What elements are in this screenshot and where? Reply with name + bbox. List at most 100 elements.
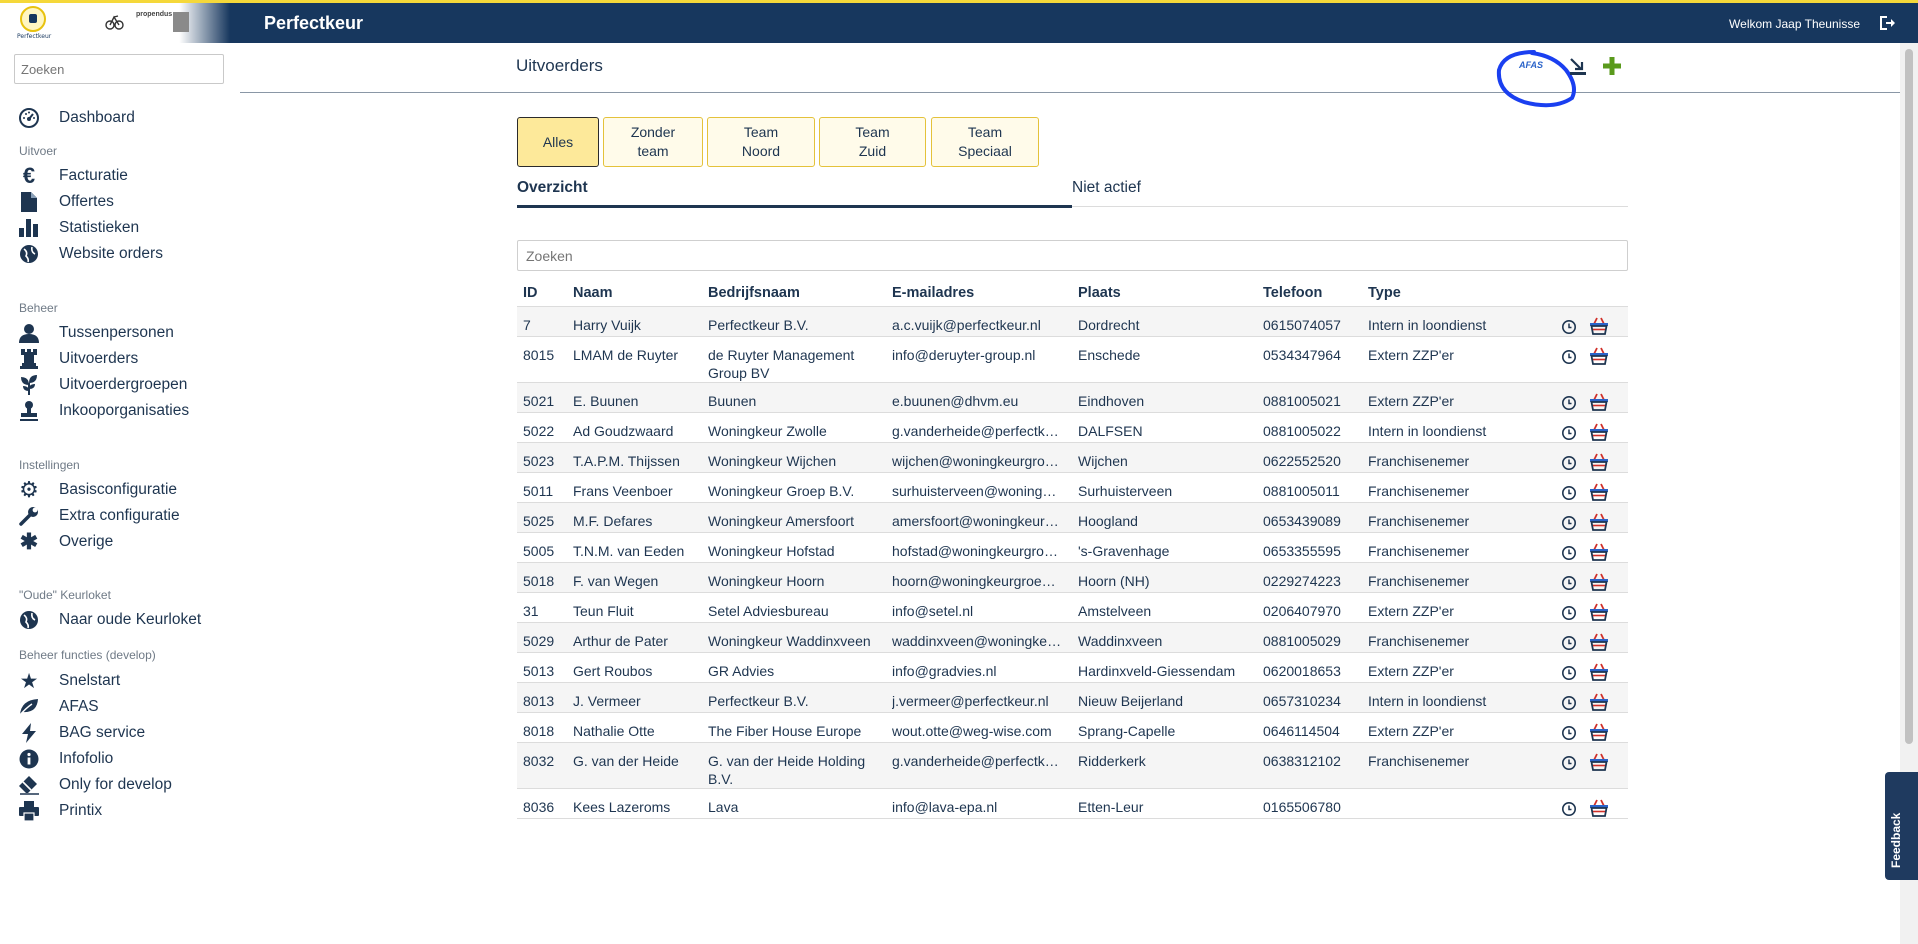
table-row[interactable]: 8036 Kees Lazeroms Lava info@lava-epa.nl Ett… [517, 789, 1628, 819]
table-search-input[interactable] [517, 240, 1628, 271]
history-clock-icon[interactable] [1561, 455, 1577, 471]
table-row[interactable]: 8015 LMAM de Ruyter de Ruyter Management G… [517, 337, 1628, 383]
history-clock-icon[interactable] [1561, 695, 1577, 711]
table-row[interactable]: 5022 Ad Goudzwaard Woningkeur Zwolle g.vand… [517, 413, 1628, 443]
sidebar-item-only-for-develop[interactable]: Only for develop [18, 773, 172, 797]
filter-team-noord[interactable]: Team Noord [707, 117, 815, 167]
column-header-naam[interactable]: Naam [573, 285, 701, 301]
column-header-telefoon[interactable]: Telefoon [1263, 285, 1363, 301]
table-row[interactable]: 31 Teun Fluit Setel Adviesbureau info@setel… [517, 593, 1628, 623]
filter-label: Zonder [630, 124, 676, 140]
basket-icon[interactable] [1589, 663, 1609, 681]
history-clock-icon[interactable] [1561, 485, 1577, 501]
sidebar-item-tussenpersonen[interactable]: Tussenpersonen [18, 321, 174, 345]
basket-icon[interactable] [1589, 453, 1609, 471]
sidebar-item-extra-configuratie[interactable]: Extra configuratie [18, 504, 180, 528]
basket-icon[interactable] [1589, 317, 1609, 335]
table-row[interactable]: 8032 G. van der Heide G. van der Heide Hol… [517, 743, 1628, 789]
table-row[interactable]: 5011 Frans Veenboer Woningkeur Groep B.V. s… [517, 473, 1628, 503]
basket-icon[interactable] [1589, 393, 1609, 411]
history-clock-icon[interactable] [1561, 545, 1577, 561]
sidebar-search-input[interactable] [14, 54, 224, 84]
tab-niet-actief[interactable]: Niet actief [1072, 179, 1141, 197]
column-header-id[interactable]: ID [523, 285, 563, 301]
table-row[interactable]: 5023 T.A.P.M. Thijssen Woningkeur Wijchen w… [517, 443, 1628, 473]
table-row[interactable]: 5021 E. Buunen Buunen e.buunen@dhvm.eu Eindh… [517, 383, 1628, 413]
table-row[interactable]: 8013 J. Vermeer Perfectkeur B.V. j.vermeer@… [517, 683, 1628, 713]
sidebar-item-basisconfiguratie[interactable]: ⚙ Basisconfiguratie [18, 477, 177, 502]
basket-icon[interactable] [1589, 633, 1609, 651]
filter-alles[interactable]: Alles [517, 117, 599, 167]
history-clock-icon[interactable] [1561, 725, 1577, 741]
sidebar-item-facturatie[interactable]: € Facturatie [18, 163, 128, 188]
column-header-email[interactable]: E-mailadres [892, 285, 1062, 301]
add-icon[interactable] [1602, 55, 1622, 77]
column-header-plaats[interactable]: Plaats [1078, 285, 1258, 301]
sidebar-item-overige[interactable]: ✱ Overige [18, 529, 114, 554]
filter-team-zuid[interactable]: Team Zuid [819, 117, 926, 167]
history-clock-icon[interactable] [1561, 605, 1577, 621]
basket-icon[interactable] [1589, 723, 1609, 741]
sidebar-item-snelstart[interactable]: ★ Snelstart [18, 669, 121, 693]
history-clock-icon[interactable] [1561, 515, 1577, 531]
sidebar-item-infofolio[interactable]: Infofolio [18, 747, 113, 771]
history-clock-icon[interactable] [1561, 319, 1577, 335]
sidebar-item-uitvoerders[interactable]: Uitvoerders [18, 347, 138, 371]
history-clock-icon[interactable] [1561, 349, 1577, 365]
history-clock-icon[interactable] [1561, 635, 1577, 651]
basket-icon[interactable] [1589, 573, 1609, 591]
basket-icon[interactable] [1589, 753, 1609, 771]
sidebar-item-label: Uitvoerders [59, 350, 139, 367]
table-row[interactable]: 5025 M.F. Defares Woningkeur Amersfoort ame… [517, 503, 1628, 533]
history-clock-icon[interactable] [1561, 425, 1577, 441]
column-header-type[interactable]: Type [1368, 285, 1538, 301]
table-row[interactable]: 8018 Nathalie Otte The Fiber House Europe w… [517, 713, 1628, 743]
logout-icon[interactable] [1878, 14, 1896, 32]
tab-overzicht[interactable]: Overzicht [517, 179, 588, 197]
history-clock-icon[interactable] [1561, 395, 1577, 411]
sidebar-item-offertes[interactable]: Offertes [18, 190, 114, 214]
basket-icon[interactable] [1589, 423, 1609, 441]
history-clock-icon[interactable] [1561, 665, 1577, 681]
sidebar-item-bag-service[interactable]: BAG service [18, 721, 145, 745]
scrollbar-thumb[interactable] [1905, 49, 1913, 744]
table-row[interactable]: 5005 T.N.M. van Eeden Woningkeur Hofstad ho… [517, 533, 1628, 563]
gauge-icon [18, 107, 40, 129]
table-row[interactable]: 5018 F. van Wegen Woningkeur Hoorn hoorn@wo… [517, 563, 1628, 593]
filter-team-speciaal[interactable]: Team Speciaal [931, 117, 1039, 167]
table-row[interactable]: 7 Harry Vuijk Perfectkeur B.V. a.c.vuijk@pe… [517, 307, 1628, 337]
cell-id: 8032 [523, 753, 555, 769]
basket-icon[interactable] [1589, 799, 1609, 817]
sidebar-item-inkooporganisaties[interactable]: Inkooporganisaties [18, 399, 189, 423]
cell-plaats: Hoogland [1078, 513, 1138, 529]
basket-icon[interactable] [1589, 543, 1609, 561]
sidebar-item-label: Offertes [59, 193, 114, 210]
cell-plaats: Dordrecht [1078, 317, 1140, 333]
page-header: Uitvoerders AFAS [240, 43, 1900, 108]
sidebar-item-website-orders[interactable]: Website orders [18, 242, 163, 266]
sidebar-item-statistieken[interactable]: Statistieken [18, 216, 139, 240]
sidebar-item-uitvoerdergroepen[interactable]: Uitvoerdergroepen [18, 373, 187, 397]
history-clock-icon[interactable] [1561, 755, 1577, 771]
sidebar-item-naar-oude-keurloket[interactable]: Naar oude Keurloket [18, 608, 201, 632]
basket-icon[interactable] [1589, 513, 1609, 531]
basket-icon[interactable] [1589, 603, 1609, 621]
cell-type: Franchisenemer [1368, 543, 1470, 559]
sidebar-item-afas[interactable]: AFAS [18, 695, 99, 719]
cell-telefoon: 0622552520 [1263, 453, 1341, 469]
sidebar-item-dashboard[interactable]: Dashboard [18, 106, 135, 130]
import-icon[interactable] [1568, 56, 1588, 78]
cell-plaats: Hoorn (NH) [1078, 573, 1150, 589]
table-row[interactable]: 5029 Arthur de Pater Woningkeur Waddinxvee… [517, 623, 1628, 653]
table-row[interactable]: 5013 Gert Roubos GR Advies info@gradvies.nl… [517, 653, 1628, 683]
basket-icon[interactable] [1589, 483, 1609, 501]
column-header-bedrijfsnaam[interactable]: Bedrijfsnaam [708, 285, 886, 301]
basket-icon[interactable] [1589, 347, 1609, 365]
history-clock-icon[interactable] [1561, 801, 1577, 817]
sidebar-item-printix[interactable]: Printix [18, 799, 102, 823]
history-clock-icon[interactable] [1561, 575, 1577, 591]
basket-icon[interactable] [1589, 693, 1609, 711]
feedback-button[interactable]: Feedback [1885, 772, 1918, 880]
perfectkeur-logo[interactable] [20, 6, 46, 32]
filter-zonder-team[interactable]: Zonder team [603, 117, 703, 167]
